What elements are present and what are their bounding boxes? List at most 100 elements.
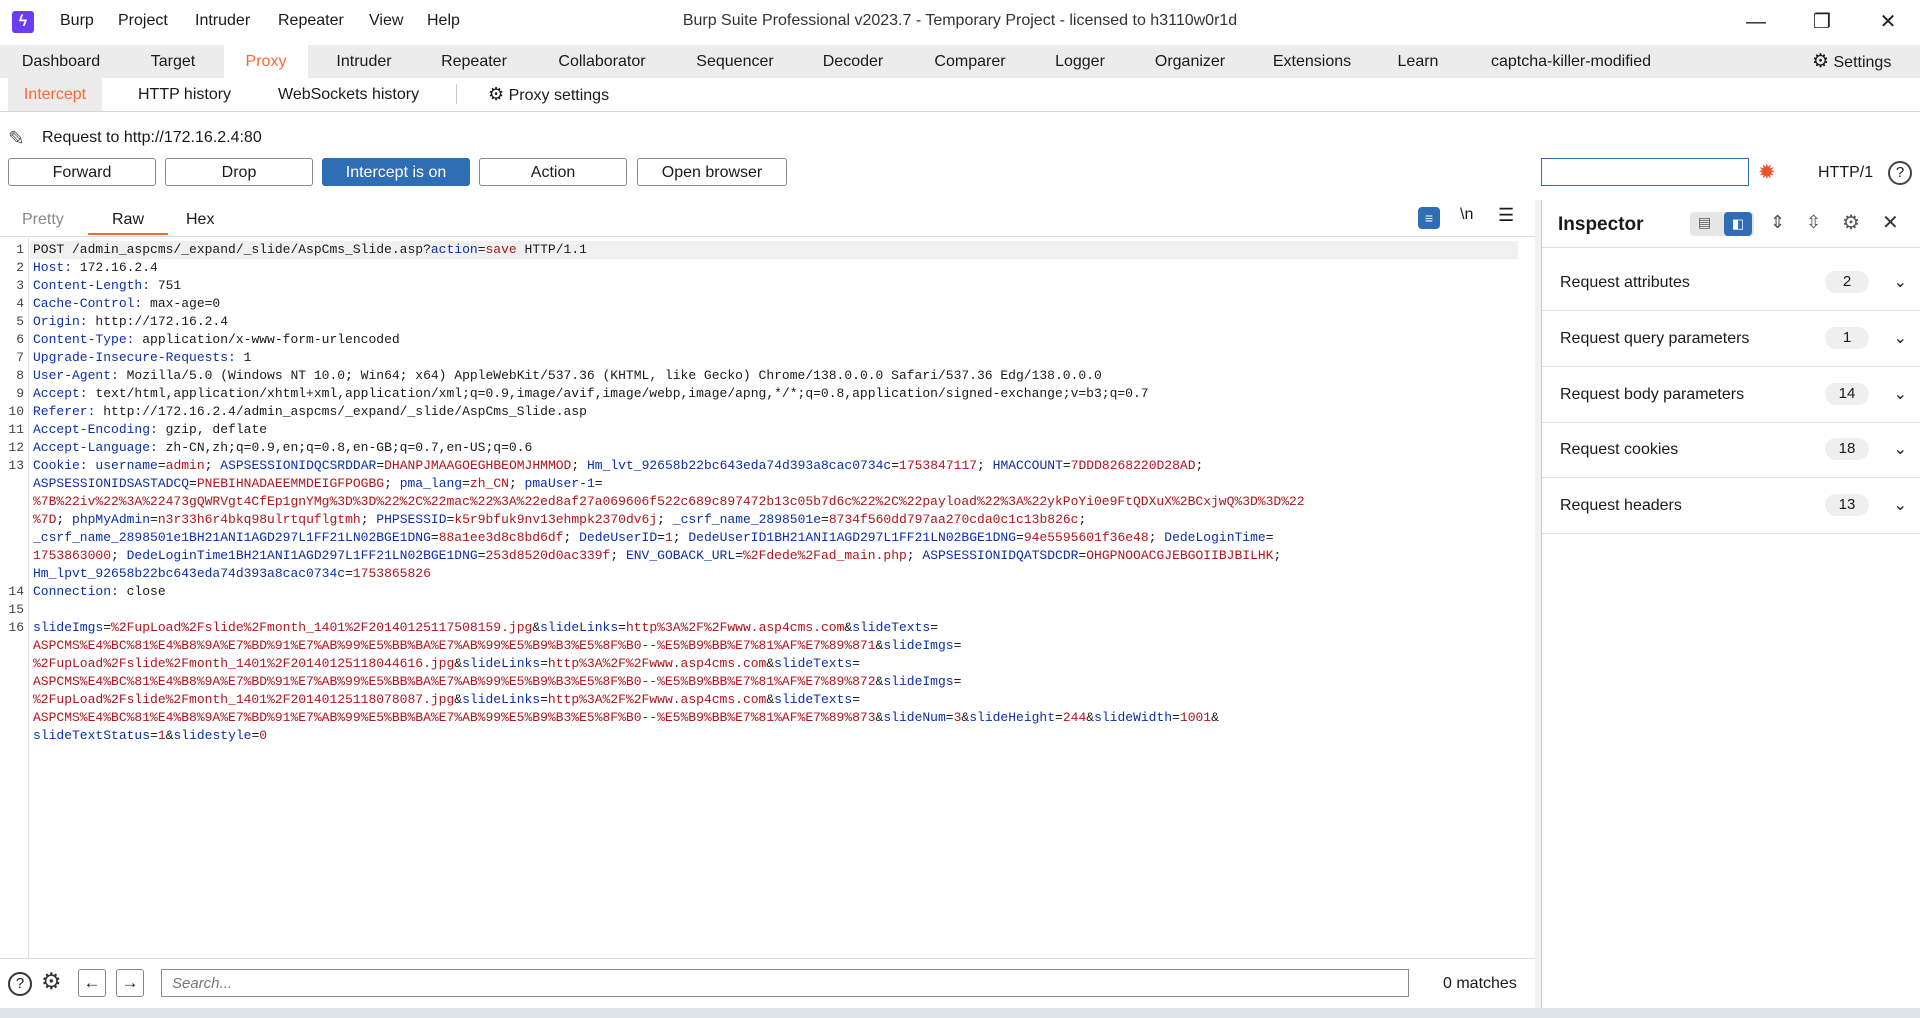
close-window-icon[interactable]: ✕ bbox=[1868, 8, 1908, 36]
tab-extensions[interactable]: Extensions bbox=[1264, 45, 1360, 78]
tab-target[interactable]: Target bbox=[130, 45, 216, 78]
tab-websockets-history[interactable]: WebSockets history bbox=[278, 78, 419, 111]
http-version-toggle[interactable]: HTTP/1 bbox=[1818, 164, 1873, 182]
request-editor[interactable]: 1 POST /admin_aspcms/_expand/_slide/AspCm… bbox=[0, 236, 1535, 957]
code-text: close bbox=[118, 584, 166, 599]
gear-icon[interactable]: ⚙ bbox=[41, 968, 62, 995]
chevron-down-icon[interactable]: ⌄ bbox=[1894, 422, 1907, 477]
code-key: ENV_GOBACK_URL bbox=[625, 548, 736, 563]
code-text: HTTP/1.1 bbox=[516, 242, 587, 257]
code-text: ; bbox=[384, 476, 400, 491]
tab-learn[interactable]: Learn bbox=[1386, 45, 1450, 78]
chevron-down-icon[interactable]: ⌄ bbox=[1894, 311, 1907, 366]
proxy-settings-button[interactable]: ⚙ Proxy settings bbox=[488, 78, 609, 111]
code-key: Accept-Language: bbox=[33, 440, 158, 455]
code-text: ; bbox=[906, 548, 923, 563]
forward-button[interactable]: Forward bbox=[8, 158, 156, 186]
tab-proxy[interactable]: Proxy bbox=[224, 45, 308, 78]
tab-repeater[interactable]: Repeater bbox=[428, 45, 520, 78]
inspector-row-request-headers[interactable]: Request headers 13 ⌄ bbox=[1542, 478, 1920, 534]
filter-input[interactable] bbox=[1541, 158, 1749, 186]
code-text: = bbox=[150, 728, 158, 743]
line-number: 9 bbox=[16, 386, 24, 401]
code-value: 1753847117 bbox=[899, 458, 978, 473]
code-value: save bbox=[485, 242, 517, 257]
line-number: 7 bbox=[16, 350, 24, 365]
inspector-row-count: 13 bbox=[1825, 494, 1869, 516]
code-line: Content-Type: application/x-www-form-url… bbox=[33, 331, 400, 349]
inspector-row-label: Request attributes bbox=[1560, 274, 1690, 291]
gear-icon[interactable]: ⚙ bbox=[1842, 210, 1860, 235]
expand-all-icon[interactable]: ⇕ bbox=[1770, 212, 1785, 233]
search-input[interactable] bbox=[161, 969, 1409, 997]
code-text: = bbox=[540, 656, 548, 671]
inspector-row-request-attributes[interactable]: Request attributes 2 ⌄ bbox=[1542, 255, 1920, 311]
tab-logger[interactable]: Logger bbox=[1046, 45, 1114, 78]
code-line: ASPCMS%E4%BC%81%E4%B8%9A%E7%BD%91%E7%AB%… bbox=[33, 673, 961, 691]
tab-intercept[interactable]: Intercept bbox=[8, 78, 102, 111]
code-text: = bbox=[540, 692, 548, 707]
collapse-all-icon[interactable]: ⇳ bbox=[1806, 212, 1821, 233]
previous-match-button[interactable]: ← bbox=[78, 969, 106, 997]
menu-icon[interactable]: ☰ bbox=[1498, 205, 1514, 226]
action-button[interactable]: Action bbox=[479, 158, 627, 186]
code-value: 1753863000 bbox=[33, 548, 112, 563]
tab-decoder[interactable]: Decoder bbox=[812, 45, 894, 78]
next-match-button[interactable]: → bbox=[116, 969, 144, 997]
code-value: %2Fdede%2Fad_main.php bbox=[742, 548, 907, 563]
code-key: slideLinks bbox=[540, 620, 619, 635]
code-line: _csrf_name_2898501e1BH21ANI1AGD297L1FF21… bbox=[33, 529, 1274, 547]
drop-button[interactable]: Drop bbox=[165, 158, 313, 186]
tab-collaborator[interactable]: Collaborator bbox=[546, 45, 658, 78]
settings-button[interactable]: ⚙ Settings bbox=[1812, 45, 1916, 78]
code-text: = bbox=[657, 530, 665, 545]
code-text: = bbox=[345, 566, 353, 581]
tab-comparer[interactable]: Comparer bbox=[920, 45, 1020, 78]
close-icon[interactable]: ✕ bbox=[1882, 210, 1899, 235]
code-line: Referer: http://172.16.2.4/admin_aspcms/… bbox=[33, 403, 587, 421]
help-icon[interactable]: ? bbox=[1888, 161, 1912, 185]
chevron-down-icon[interactable]: ⌄ bbox=[1894, 367, 1907, 422]
chevron-down-icon[interactable]: ⌄ bbox=[1894, 478, 1907, 533]
tab-captcha-killer[interactable]: captcha-killer-modified bbox=[1476, 45, 1666, 78]
tab-dashboard[interactable]: Dashboard bbox=[8, 45, 114, 78]
inspector-row-request-query-parameters[interactable]: Request query parameters 1 ⌄ bbox=[1542, 311, 1920, 367]
tab-pretty[interactable]: Pretty bbox=[22, 205, 64, 235]
code-line: Cache-Control: max-age=0 bbox=[33, 295, 220, 313]
restore-icon[interactable]: ❐ bbox=[1802, 8, 1842, 36]
code-value: http%3A%2F%2Fwww.asp4cms.com bbox=[547, 656, 767, 671]
minimize-icon[interactable]: — bbox=[1736, 8, 1776, 36]
tab-sequencer[interactable]: Sequencer bbox=[684, 45, 786, 78]
proxy-sub-tab-bar: Intercept HTTP history WebSockets histor… bbox=[0, 78, 1920, 112]
inspector-row-request-body-parameters[interactable]: Request body parameters 14 ⌄ bbox=[1542, 367, 1920, 423]
tab-hex[interactable]: Hex bbox=[186, 205, 214, 235]
tab-http-history[interactable]: HTTP history bbox=[138, 78, 231, 111]
layout-toggle[interactable]: ▤ ◧ bbox=[1690, 212, 1754, 236]
help-icon[interactable]: ? bbox=[8, 972, 32, 996]
pencil-icon[interactable]: ✎ bbox=[8, 126, 25, 151]
colorful-highlight-icon[interactable]: ✹ bbox=[1758, 160, 1776, 185]
intercept-toggle-button[interactable]: Intercept is on bbox=[322, 158, 470, 186]
tab-intruder[interactable]: Intruder bbox=[318, 45, 410, 78]
inspector-row-request-cookies[interactable]: Request cookies 18 ⌄ bbox=[1542, 422, 1920, 478]
code-value: OHGPNOOACGJEBGOIIBJBILHK bbox=[1086, 548, 1274, 563]
code-text: & bbox=[454, 692, 463, 707]
code-key: slideLinks bbox=[462, 692, 541, 707]
code-key: pma_lang bbox=[399, 476, 463, 491]
list-layout-icon[interactable]: ▤ bbox=[1698, 214, 1711, 231]
panel-splitter[interactable] bbox=[1535, 200, 1541, 1008]
code-line: slideImgs=%2FupLoad%2Fslide%2Fmonth_1401… bbox=[33, 619, 938, 637]
tab-raw[interactable]: Raw bbox=[88, 205, 168, 235]
panel-layout-icon[interactable]: ◧ bbox=[1724, 212, 1752, 236]
code-value: %2FupLoad%2Fslide%2Fmonth_1401%2F2014012… bbox=[33, 692, 455, 707]
tab-organizer[interactable]: Organizer bbox=[1142, 45, 1238, 78]
open-browser-button[interactable]: Open browser bbox=[637, 158, 787, 186]
code-key: username bbox=[95, 458, 158, 473]
code-line: Content-Length: 751 bbox=[33, 277, 181, 295]
chevron-down-icon[interactable]: ⌄ bbox=[1894, 255, 1907, 310]
main-tab-bar: Dashboard Target Proxy Intruder Repeater… bbox=[0, 45, 1920, 78]
code-key: ASPSESSIONIDQATSDCDR bbox=[922, 548, 1079, 563]
newline-toggle[interactable]: \n bbox=[1460, 206, 1473, 224]
wrap-lines-icon[interactable]: ≡ bbox=[1418, 207, 1440, 229]
code-text: = bbox=[477, 242, 486, 257]
